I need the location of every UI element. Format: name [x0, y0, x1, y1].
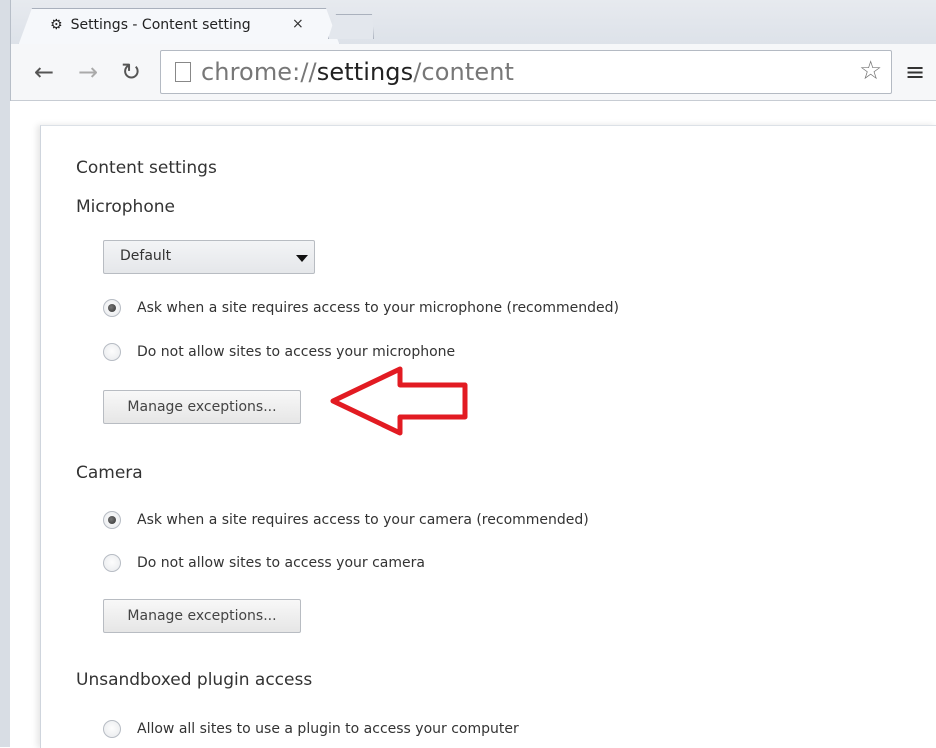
red-annotation-arrow — [330, 366, 468, 436]
microphone-section-title: Microphone — [76, 197, 175, 217]
tab-content: ⚙ Settings - Content setting — [50, 10, 251, 40]
microphone-manage-exceptions-button[interactable]: Manage exceptions... — [103, 390, 301, 424]
annotation-arrow-shape — [330, 366, 468, 436]
page-icon — [175, 62, 191, 82]
url-prefix: chrome:// — [201, 58, 317, 86]
plugin-option-allow[interactable]: Allow all sites to use a plugin to acces… — [103, 717, 519, 741]
camera-option-block[interactable]: Do not allow sites to access your camera — [103, 551, 425, 575]
dialog-title: Content settings — [76, 158, 217, 178]
address-bar[interactable]: chrome://settings/content — [160, 50, 892, 94]
url-text[interactable]: chrome://settings/content — [201, 58, 514, 86]
star-icon[interactable]: ☆ — [859, 56, 882, 86]
camera-section-title: Camera — [76, 463, 143, 483]
radio-unchecked[interactable] — [103, 343, 121, 361]
microphone-option-block[interactable]: Do not allow sites to access your microp… — [103, 340, 455, 364]
option-label: Do not allow sites to access your microp… — [137, 344, 456, 360]
option-label: Do not allow sites to access your camera — [137, 555, 425, 571]
option-label: Ask when a site requires access to your … — [137, 512, 589, 528]
microphone-device-select[interactable]: Default — [103, 240, 315, 274]
back-arrow-icon[interactable]: ← — [34, 58, 54, 86]
content-settings-dialog — [40, 125, 936, 748]
camera-manage-exceptions-button[interactable]: Manage exceptions... — [103, 599, 301, 633]
new-tab-button[interactable] — [328, 14, 374, 39]
gear-icon: ⚙ — [50, 17, 63, 33]
radio-checked[interactable] — [103, 299, 121, 317]
microphone-option-ask[interactable]: Ask when a site requires access to your … — [103, 296, 619, 320]
option-label: Ask when a site requires access to your … — [137, 300, 619, 316]
radio-unchecked[interactable] — [103, 720, 121, 738]
close-icon[interactable]: × — [292, 16, 304, 32]
hamburger-menu-icon[interactable]: ≡ — [905, 58, 925, 86]
option-label: Allow all sites to use a plugin to acces… — [137, 721, 519, 737]
url-suffix: /content — [413, 58, 515, 86]
forward-arrow-icon[interactable]: → — [78, 58, 98, 86]
radio-unchecked[interactable] — [103, 554, 121, 572]
url-bold-segment: settings — [316, 58, 414, 86]
camera-option-ask[interactable]: Ask when a site requires access to your … — [103, 508, 589, 532]
radio-checked[interactable] — [103, 511, 121, 529]
reload-icon[interactable]: ↻ — [121, 58, 141, 86]
tab-title: Settings - Content setting — [70, 17, 251, 33]
chevron-down-icon — [296, 255, 308, 262]
plugin-section-title: Unsandboxed plugin access — [76, 670, 313, 690]
